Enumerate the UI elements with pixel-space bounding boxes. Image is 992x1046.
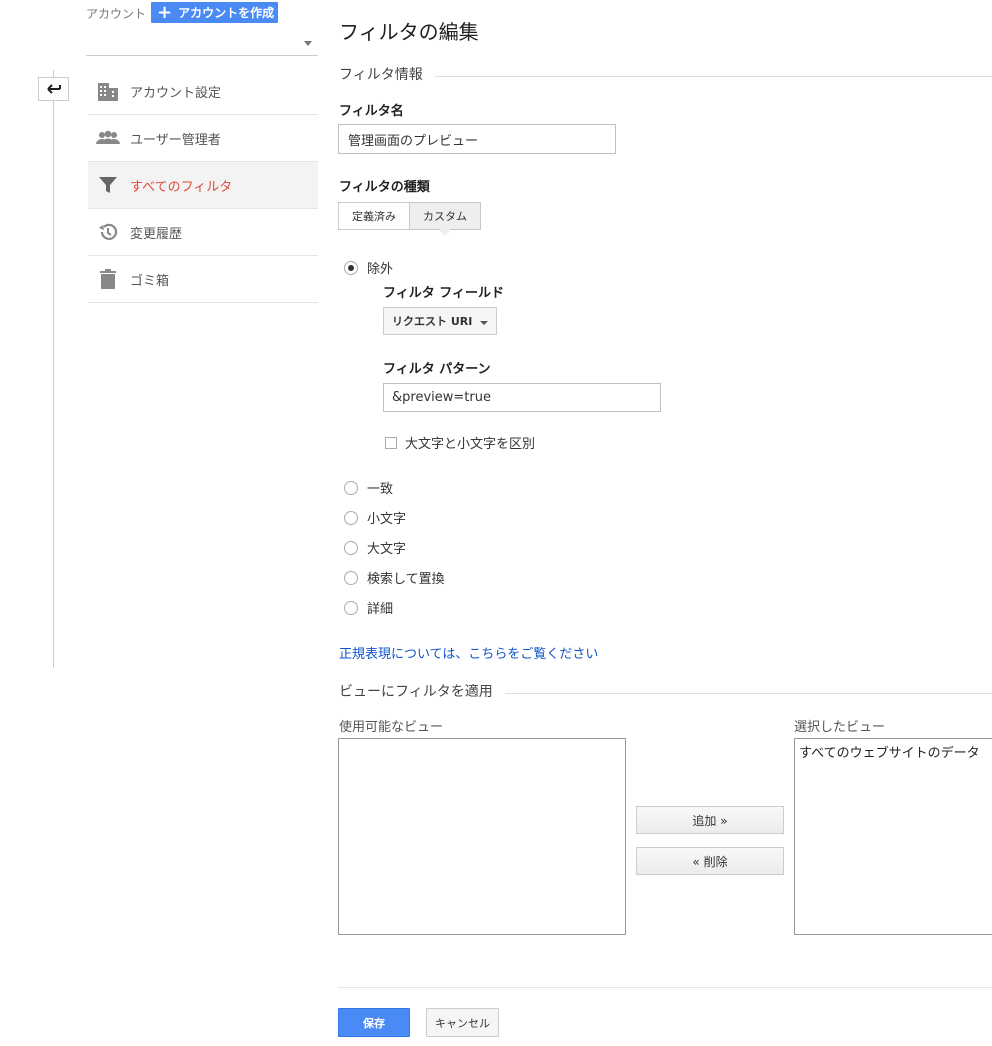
radio-label: 大文字 (367, 542, 407, 557)
checkbox-box (385, 436, 397, 449)
available-views-list[interactable] (338, 738, 626, 935)
section-rule (434, 75, 992, 77)
section-heading-text: フィルタ情報 (339, 67, 423, 83)
account-select[interactable] (86, 30, 318, 56)
footer-divider (338, 987, 992, 988)
filter-name-input[interactable]: 管理画面のプレビュー (338, 124, 616, 154)
radio-label: 小文字 (367, 512, 407, 527)
account-label: アカウント (86, 7, 147, 21)
radio-unselected-icon (344, 510, 358, 525)
filter-field-dropdown[interactable]: リクエスト URI (383, 307, 497, 335)
filter-pattern-label: フィルタ パターン (383, 362, 491, 377)
history-icon (96, 220, 120, 244)
radio-label: 詳細 (367, 602, 394, 617)
radio-label: 検索して置換 (367, 572, 445, 587)
radio-label: 一致 (367, 482, 394, 497)
chevron-down-icon (480, 321, 488, 325)
add-view-button[interactable]: 追加 » (636, 806, 784, 834)
chevron-down-icon (304, 41, 312, 46)
radio-unselected-icon (344, 540, 358, 555)
create-account-button[interactable]: + アカウントを作成 (151, 2, 278, 23)
sidebar-divider-line (53, 70, 54, 668)
filter-type-tabs: 定義済み カスタム (338, 202, 481, 236)
filter-pattern-input[interactable]: &preview=true (383, 383, 661, 412)
sidebar-item-label: アカウント設定 (130, 85, 222, 101)
list-item[interactable]: すべてのウェブサイトのデータ (799, 742, 988, 761)
regex-help-link[interactable]: 正規表現については、こちらをご覧ください (339, 643, 598, 662)
filter-field-label: フィルタ フィールド (383, 286, 505, 301)
sidebar-item-label: ゴミ箱 (130, 273, 170, 289)
sidebar-item-label: ユーザー管理者 (130, 132, 221, 148)
radio-include[interactable]: 一致 (344, 478, 393, 497)
back-arrow-icon (46, 84, 61, 94)
radio-unselected-icon (344, 600, 358, 615)
radio-unselected-icon (344, 570, 358, 585)
radio-unselected-icon (344, 480, 358, 495)
radio-lowercase[interactable]: 小文字 (344, 508, 406, 527)
cancel-button[interactable]: キャンセル (426, 1008, 499, 1037)
radio-advanced[interactable]: 詳細 (344, 598, 393, 617)
filter-info-heading: フィルタ情報 (339, 64, 992, 84)
sidebar-nav: アカウント設定 ユーザー管理者 すべてのフィルタ 変更履歴 ゴミ箱 (88, 68, 318, 303)
sidebar-item-account-settings[interactable]: アカウント設定 (88, 68, 318, 115)
section-rule (504, 692, 992, 694)
sidebar-item-trash[interactable]: ゴミ箱 (88, 256, 318, 303)
sidebar-item-label: 変更履歴 (130, 226, 183, 242)
users-icon (96, 126, 120, 150)
radio-search-replace[interactable]: 検索して置換 (344, 568, 445, 587)
radio-label: 除外 (367, 262, 394, 277)
available-views-label: 使用可能なビュー (339, 720, 444, 735)
sidebar-item-all-filters[interactable]: すべてのフィルタ (88, 162, 318, 209)
apply-to-views-heading: ビューにフィルタを適用 (339, 681, 992, 701)
sidebar-item-change-history[interactable]: 変更履歴 (88, 209, 318, 256)
tab-custom[interactable]: カスタム (410, 202, 481, 236)
plus-icon: + (157, 1, 173, 23)
case-sensitive-checkbox[interactable]: 大文字と小文字を区別 (385, 433, 535, 452)
sidebar-item-user-management[interactable]: ユーザー管理者 (88, 115, 318, 162)
remove-view-button[interactable]: « 削除 (636, 847, 784, 875)
building-icon (96, 79, 120, 103)
trash-icon (96, 267, 120, 291)
radio-exclude[interactable]: 除外 (344, 258, 393, 277)
radio-selected-icon (344, 260, 358, 275)
back-button[interactable] (38, 77, 69, 101)
section-heading-text: ビューにフィルタを適用 (339, 684, 493, 700)
selected-views-label: 選択したビュー (794, 720, 886, 735)
sidebar-item-label: すべてのフィルタ (130, 179, 233, 195)
checkbox-label: 大文字と小文字を区別 (405, 437, 536, 452)
filter-name-label: フィルタ名 (339, 104, 404, 119)
filter-type-label: フィルタの種類 (339, 180, 430, 195)
page-title: フィルタの編集 (339, 20, 479, 44)
radio-uppercase[interactable]: 大文字 (344, 538, 406, 557)
save-button[interactable]: 保存 (338, 1008, 410, 1037)
filter-icon (96, 173, 120, 197)
filter-field-value: リクエスト URI (392, 315, 473, 328)
selected-views-list[interactable]: すべてのウェブサイトのデータ (794, 738, 992, 935)
tab-predefined[interactable]: 定義済み (338, 202, 410, 230)
create-account-label: アカウントを作成 (178, 6, 275, 20)
